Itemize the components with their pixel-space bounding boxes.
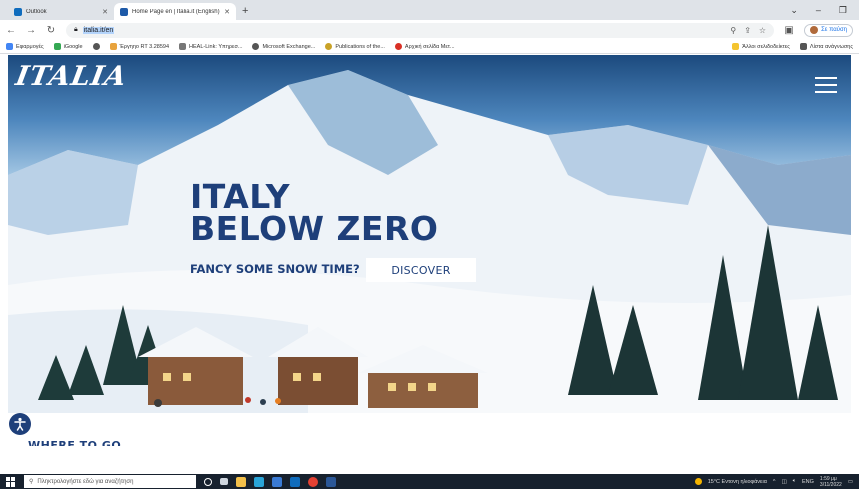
maximize-button[interactable]: ❐ — [839, 5, 847, 16]
folder-icon — [732, 43, 740, 50]
tab-label: Home Page en | Italia.it (English) — [132, 8, 220, 15]
bookmark-globe[interactable] — [92, 43, 100, 50]
bookmark-rt[interactable]: Έργηηο RT 3.28594 — [109, 43, 170, 50]
windows-start-icon[interactable] — [6, 476, 16, 487]
italia-favicon-icon — [120, 7, 128, 16]
bookmark-label: Αρχική σελίδα Μετ... — [404, 43, 455, 50]
clock-date: 3/11/2022 — [819, 481, 842, 488]
bookmark-heal-link[interactable]: HEAL-Link: Υπηρεσ... — [179, 43, 242, 50]
reading-list-icon — [799, 43, 807, 50]
hamburger-menu-icon[interactable] — [815, 77, 837, 93]
system-tray: 15°C Εντονη ηλιοφάνεια ^ ◫ 🔈︎ ENG 1:59 μ… — [694, 476, 853, 488]
forward-button[interactable]: → — [26, 25, 36, 36]
tab-label: Outlook — [26, 8, 47, 15]
language-indicator[interactable]: ENG — [802, 479, 814, 485]
google-icon — [53, 43, 61, 50]
close-icon[interactable]: ✕ — [224, 8, 230, 16]
bookmark-home[interactable]: Αρχική σελίδα Μετ... — [394, 43, 455, 50]
hero-subtitle: FANCY SOME SNOW TIME? — [190, 262, 360, 276]
extensions-icon[interactable]: ▣ — [784, 25, 794, 36]
bookmark-other[interactable]: Άλλοι σελιδοδείκτες — [732, 43, 790, 50]
bookmark-label: iGoogle — [63, 43, 83, 50]
edge-icon[interactable] — [254, 476, 264, 487]
bookmark-label: Microsoft Exchange... — [262, 43, 316, 50]
volume-icon[interactable]: 🔈︎ — [793, 478, 796, 485]
bookmark-exchange[interactable]: Microsoft Exchange... — [252, 43, 315, 50]
bookmark-label: Λίστα ανάγνωσης — [809, 43, 853, 50]
tab-outlook[interactable]: Outlook ✕ — [8, 3, 114, 20]
bookmark-reading-list[interactable]: Λίστα ανάγνωσης — [799, 43, 853, 50]
folder-icon — [109, 43, 117, 50]
bookmarks-bar: Εφαρμογές iGoogle Έργηηο RT 3.28594 HEAL… — [0, 40, 859, 54]
chevron-down-icon[interactable]: ⌄ — [790, 5, 798, 16]
apps-grid-icon — [6, 43, 13, 50]
word-icon[interactable] — [326, 476, 336, 487]
bookmark-apps[interactable]: Εφαρμογές — [6, 43, 44, 50]
bookmark-label: Publications of the... — [335, 43, 385, 50]
network-icon[interactable]: ◫ — [781, 479, 786, 485]
windows-taskbar: ⚲ Πληκτρολογήστε εδώ για αναζήτηση 15°C … — [0, 474, 859, 489]
weather-sun-icon[interactable] — [694, 478, 702, 485]
bookmark-label: Άλλοι σελιδοδείκτες — [742, 43, 790, 50]
outlook-icon[interactable] — [290, 476, 300, 487]
reload-button[interactable]: ↻ — [46, 25, 56, 36]
avatar — [810, 26, 819, 34]
weather-text[interactable]: 15°C Εντονη ηλιοφάνεια — [708, 479, 767, 485]
clock[interactable]: 1:59 μμ 3/11/2022 — [820, 476, 842, 488]
cortana-icon[interactable] — [204, 477, 212, 486]
bookmark-label: Εφαρμογές — [16, 43, 44, 50]
close-icon[interactable]: ✕ — [102, 8, 108, 16]
browser-tab-bar: Outlook ✕ Home Page en | Italia.it (Engl… — [0, 0, 859, 20]
taskbar-search[interactable]: ⚲ Πληκτρολογήστε εδώ για αναζήτηση — [24, 475, 196, 488]
profile-label: Σε παύση — [821, 27, 847, 33]
lock-icon: 🔒︎ — [74, 26, 78, 33]
bookmark-label: Έργηηο RT 3.28594 — [119, 43, 170, 50]
hero-banner: ITALIA ITALY BELOW ZERO FANCY SOME SNOW … — [8, 55, 851, 413]
bookmark-publications[interactable]: Publications of the... — [325, 43, 385, 50]
search-icon: ⚲ — [29, 479, 34, 485]
discover-button[interactable]: DISCOVER — [366, 258, 476, 282]
notifications-icon[interactable]: ▭ — [848, 479, 853, 485]
browser-toolbar: ← → ↻ 🔒︎ italia.it/en ⚲ ⇪ ☆ ▣ Σε παύση — [0, 20, 859, 40]
accessibility-icon[interactable] — [9, 413, 31, 435]
omnibox-actions: ⚲ ⇪ ☆ — [730, 26, 766, 35]
bookmarks-right: Άλλοι σελιδοδείκτες Λίστα ανάγνωσης — [732, 43, 853, 50]
publications-icon — [325, 43, 333, 50]
bookmark-label: HEAL-Link: Υπηρεσ... — [189, 43, 243, 50]
zoom-icon[interactable]: ⚲ — [730, 26, 736, 35]
minimize-button[interactable]: – — [816, 5, 821, 15]
task-view-icon[interactable] — [220, 478, 228, 485]
hero-title-line2: BELOW ZERO — [190, 209, 439, 248]
star-icon[interactable]: ☆ — [759, 26, 766, 35]
outlook-favicon-icon — [14, 7, 22, 16]
chrome-icon[interactable] — [308, 476, 318, 487]
back-button[interactable]: ← — [6, 25, 16, 36]
globe-icon — [92, 43, 100, 50]
italia-logo[interactable]: ITALIA — [13, 61, 129, 92]
hero-title: ITALY BELOW ZERO — [190, 180, 439, 248]
heal-link-icon — [179, 43, 187, 50]
taskbar-search-placeholder: Πληκτρολογήστε εδώ για αναζήτηση — [37, 478, 134, 485]
bookmark-igoogle[interactable]: iGoogle — [53, 43, 83, 50]
tab-italia[interactable]: Home Page en | Italia.it (English) ✕ — [114, 3, 236, 20]
tray-chevron-up-icon[interactable]: ^ — [773, 479, 776, 485]
home-page-icon — [394, 43, 402, 50]
window-controls: ⌄ – ❐ — [790, 0, 859, 20]
globe-icon — [252, 43, 260, 50]
share-icon[interactable]: ⇪ — [744, 26, 751, 35]
address-url[interactable]: italia.it/en — [82, 26, 115, 34]
mail-icon[interactable] — [272, 476, 282, 487]
profile-button[interactable]: Σε παύση — [804, 23, 853, 37]
section-title-where-to-go: WHERE TO GO — [28, 439, 122, 446]
address-bar[interactable]: 🔒︎ italia.it/en ⚲ ⇪ ☆ — [66, 22, 775, 38]
new-tab-button[interactable]: + — [242, 5, 248, 17]
explorer-icon[interactable] — [236, 476, 246, 487]
